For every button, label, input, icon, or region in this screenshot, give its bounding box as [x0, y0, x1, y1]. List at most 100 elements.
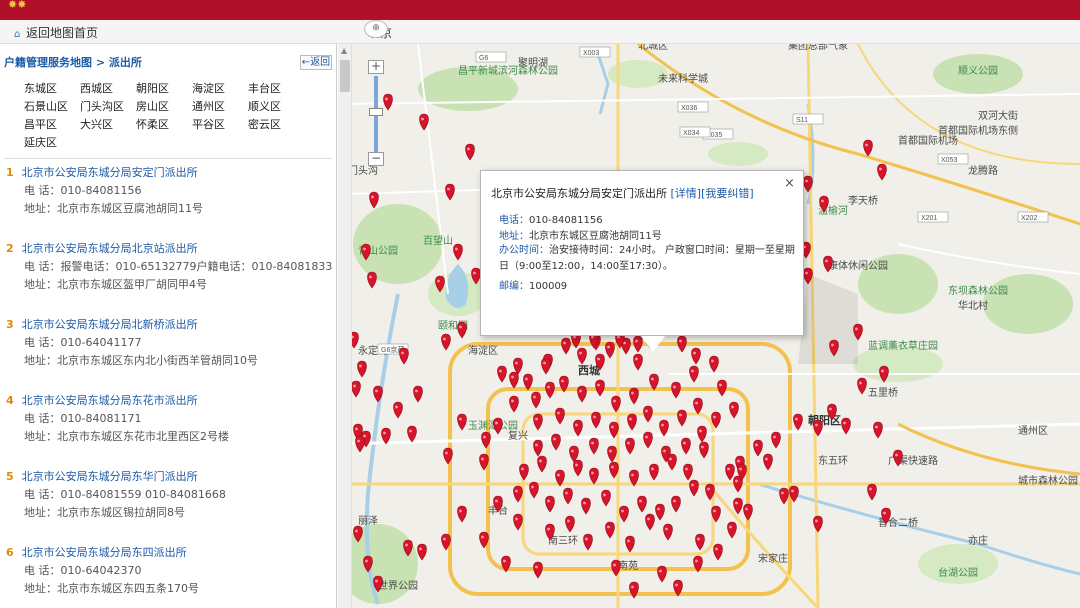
- station-pin[interactable]: [591, 411, 601, 429]
- station-pin[interactable]: [497, 365, 507, 383]
- district-huairou[interactable]: 怀柔区: [136, 116, 169, 132]
- district-yanqing[interactable]: 延庆区: [24, 134, 57, 150]
- station-pin[interactable]: [383, 93, 393, 111]
- station-pin[interactable]: [671, 495, 681, 513]
- station-pin[interactable]: [733, 497, 743, 515]
- station-pin[interactable]: [695, 533, 705, 551]
- station-pin[interactable]: [577, 347, 587, 365]
- station-pin[interactable]: [877, 163, 887, 181]
- station-pin[interactable]: [857, 377, 867, 395]
- station-pin[interactable]: [659, 419, 669, 437]
- station-pin[interactable]: [763, 453, 773, 471]
- detail-link[interactable]: [详情]: [671, 187, 702, 200]
- station-pin[interactable]: [513, 513, 523, 531]
- station-pin[interactable]: [531, 391, 541, 409]
- station-pin[interactable]: [407, 425, 417, 443]
- station-pin[interactable]: [457, 505, 467, 523]
- station-pin[interactable]: [863, 139, 873, 157]
- back-button[interactable]: ←返回: [300, 55, 332, 70]
- district-xicheng[interactable]: 西城区: [80, 80, 113, 96]
- district-shijingshan[interactable]: 石景山区: [24, 98, 68, 114]
- zoom-control[interactable]: + −: [368, 60, 384, 168]
- station-pin[interactable]: [563, 487, 573, 505]
- station-pin[interactable]: [605, 521, 615, 539]
- pan-control-icon[interactable]: ⊕: [364, 20, 388, 38]
- station-pin[interactable]: [369, 191, 379, 209]
- scroll-up-icon[interactable]: ▲: [341, 47, 349, 55]
- zoom-slider[interactable]: [369, 108, 383, 116]
- station-pin[interactable]: [643, 431, 653, 449]
- station-pin[interactable]: [509, 395, 519, 413]
- station-pin[interactable]: [583, 533, 593, 551]
- station-pin[interactable]: [779, 487, 789, 505]
- station-pin[interactable]: [677, 335, 687, 353]
- station-pin[interactable]: [595, 379, 605, 397]
- district-dongcheng[interactable]: 东城区: [24, 80, 57, 96]
- report-error-link[interactable]: [我要纠错]: [701, 187, 754, 200]
- return-home-link[interactable]: ⌂ 返回地图首页: [14, 24, 98, 41]
- station-pin[interactable]: [513, 485, 523, 503]
- station-pin[interactable]: [577, 385, 587, 403]
- district-haidian[interactable]: 海淀区: [192, 80, 225, 96]
- station-pin[interactable]: [607, 445, 617, 463]
- station-pin[interactable]: [793, 413, 803, 431]
- station-pin[interactable]: [813, 515, 823, 533]
- station-pin[interactable]: [393, 401, 403, 419]
- station-pin[interactable]: [663, 523, 673, 541]
- station-pin[interactable]: [589, 467, 599, 485]
- station-pin[interactable]: [355, 435, 365, 453]
- station-pin[interactable]: [555, 407, 565, 425]
- station-pin[interactable]: [399, 347, 409, 365]
- district-tongzhou[interactable]: 通州区: [192, 98, 225, 114]
- station-pin[interactable]: [725, 463, 735, 481]
- station-pin[interactable]: [545, 381, 555, 399]
- station-pin[interactable]: [691, 347, 701, 365]
- station-pin[interactable]: [649, 463, 659, 481]
- station-pin[interactable]: [533, 439, 543, 457]
- station-pin[interactable]: [689, 479, 699, 497]
- district-pinggu[interactable]: 平谷区: [192, 116, 225, 132]
- station-pin[interactable]: [689, 365, 699, 383]
- station-pin[interactable]: [677, 409, 687, 427]
- station-pin[interactable]: [453, 243, 463, 261]
- station-pin[interactable]: [633, 353, 643, 371]
- station-title[interactable]: 5 北京市公安局东城分局东华门派出所: [6, 468, 198, 484]
- station-pin[interactable]: [867, 483, 877, 501]
- station-pin[interactable]: [619, 505, 629, 523]
- station-pin[interactable]: [441, 333, 451, 351]
- station-pin[interactable]: [771, 431, 781, 449]
- station-pin[interactable]: [519, 463, 529, 481]
- station-pin[interactable]: [601, 489, 611, 507]
- zoom-in-button[interactable]: +: [368, 60, 384, 74]
- station-pin[interactable]: [699, 441, 709, 459]
- station-pin[interactable]: [681, 437, 691, 455]
- station-pin[interactable]: [445, 183, 455, 201]
- station-pin[interactable]: [573, 459, 583, 477]
- district-mentougou[interactable]: 门头沟区: [80, 98, 124, 114]
- station-pin[interactable]: [667, 453, 677, 471]
- district-daxing[interactable]: 大兴区: [80, 116, 113, 132]
- district-changping[interactable]: 昌平区: [24, 116, 57, 132]
- station-pin[interactable]: [351, 380, 361, 398]
- station-pin[interactable]: [643, 405, 653, 423]
- station-pin[interactable]: [541, 357, 551, 375]
- station-pin[interactable]: [637, 495, 647, 513]
- station-pin[interactable]: [693, 397, 703, 415]
- station-pin[interactable]: [565, 515, 575, 533]
- station-pin[interactable]: [581, 497, 591, 515]
- station-pin[interactable]: [529, 481, 539, 499]
- station-pin[interactable]: [589, 437, 599, 455]
- station-pin[interactable]: [873, 421, 883, 439]
- station-pin[interactable]: [717, 379, 727, 397]
- station-pin[interactable]: [413, 385, 423, 403]
- station-pin[interactable]: [697, 425, 707, 443]
- station-pin[interactable]: [671, 381, 681, 399]
- station-title[interactable]: 3 北京市公安局东城分局北新桥派出所: [6, 316, 198, 332]
- station-pin[interactable]: [743, 503, 753, 521]
- station-pin[interactable]: [533, 413, 543, 431]
- station-pin[interactable]: [645, 513, 655, 531]
- station-pin[interactable]: [709, 355, 719, 373]
- scroll-thumb[interactable]: [340, 60, 350, 92]
- station-pin[interactable]: [573, 419, 583, 437]
- station-pin[interactable]: [655, 503, 665, 521]
